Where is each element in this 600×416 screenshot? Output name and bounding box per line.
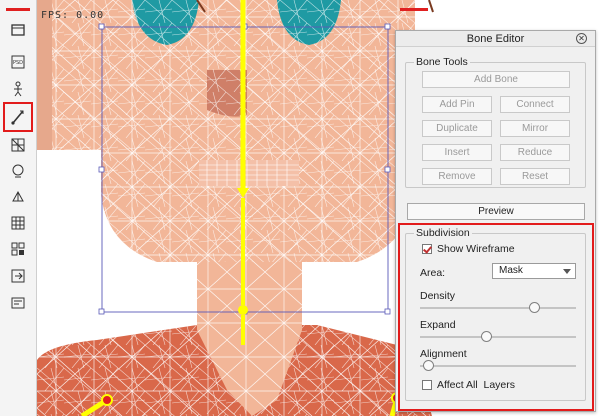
alignment-label: Alignment (420, 348, 467, 360)
psd-tool-icon[interactable]: PSD (7, 51, 29, 73)
bone-tools-group: Bone Tools Add Bone Add Pin Connect Dupl… (405, 56, 586, 188)
transform-tool-icon[interactable] (7, 186, 29, 208)
expand-slider-thumb[interactable] (480, 331, 492, 342)
remove-button[interactable]: Remove (422, 168, 492, 185)
bone-tool-icon[interactable] (3, 102, 33, 132)
alignment-slider-thumb[interactable] (422, 360, 434, 371)
export-tool-icon[interactable] (7, 265, 29, 287)
show-wireframe-row[interactable]: Show Wireframe (422, 243, 515, 255)
density-label: Density (420, 290, 456, 302)
layer-tool-icon[interactable] (7, 19, 29, 41)
mesh-tool-icon[interactable] (7, 238, 29, 260)
settings-tool-icon[interactable] (7, 292, 29, 314)
grid-tool-icon[interactable] (7, 212, 29, 234)
deform-tool-icon[interactable] (7, 134, 29, 156)
bone-editor-panel: Bone Editor ✕ Bone Tools Add Bone Add Pi… (395, 30, 596, 412)
mouth-mesh (199, 160, 299, 186)
alignment-slider[interactable] (420, 360, 576, 372)
reduce-button[interactable]: Reduce (500, 144, 570, 161)
fps-readout: FPS: 0.00 (41, 10, 105, 21)
affect-all-layers-row[interactable]: Affect All Layers (422, 379, 515, 391)
preview-button[interactable]: Preview (407, 203, 585, 220)
show-wireframe-checkbox[interactable] (422, 244, 432, 254)
toolbar-accent (6, 8, 30, 11)
close-icon[interactable]: ✕ (576, 33, 587, 44)
bone-tools-label: Bone Tools (414, 56, 470, 68)
left-toolbar: PSD (0, 0, 37, 416)
duplicate-button[interactable]: Duplicate (422, 120, 492, 137)
canvas-accent (400, 8, 428, 11)
svg-text:PSD: PSD (13, 60, 23, 66)
reset-button[interactable]: Reset (500, 168, 570, 185)
expand-label: Expand (420, 319, 456, 331)
add-bone-button[interactable]: Add Bone (422, 71, 570, 88)
skeleton-tool-icon[interactable] (7, 78, 29, 100)
affect-all-layers-label: Affect All Layers (437, 379, 516, 391)
area-select-value: Mask (499, 265, 523, 276)
expand-slider[interactable] (420, 331, 576, 343)
subdivision-label: Subdivision (414, 227, 472, 239)
density-slider[interactable] (420, 302, 576, 314)
app-window: PSD FPS: 0.00 Bone Editor ✕ Bone Tools A… (0, 0, 600, 416)
affect-all-layers-checkbox[interactable] (422, 380, 432, 390)
show-wireframe-label: Show Wireframe (437, 243, 515, 255)
area-label: Area: (420, 267, 446, 279)
mirror-button[interactable]: Mirror (500, 120, 570, 137)
bone-editor-title-bar[interactable]: Bone Editor ✕ (396, 31, 595, 47)
bone-editor-title: Bone Editor (466, 33, 525, 45)
area-select[interactable]: Mask (492, 263, 576, 279)
chevron-down-icon (563, 269, 571, 274)
connect-button[interactable]: Connect (500, 96, 570, 113)
subdivision-group: Subdivision (405, 227, 586, 401)
density-slider-thumb[interactable] (528, 302, 540, 313)
insert-button[interactable]: Insert (422, 144, 492, 161)
head-tool-icon[interactable] (7, 160, 29, 182)
add-pin-button[interactable]: Add Pin (422, 96, 492, 113)
